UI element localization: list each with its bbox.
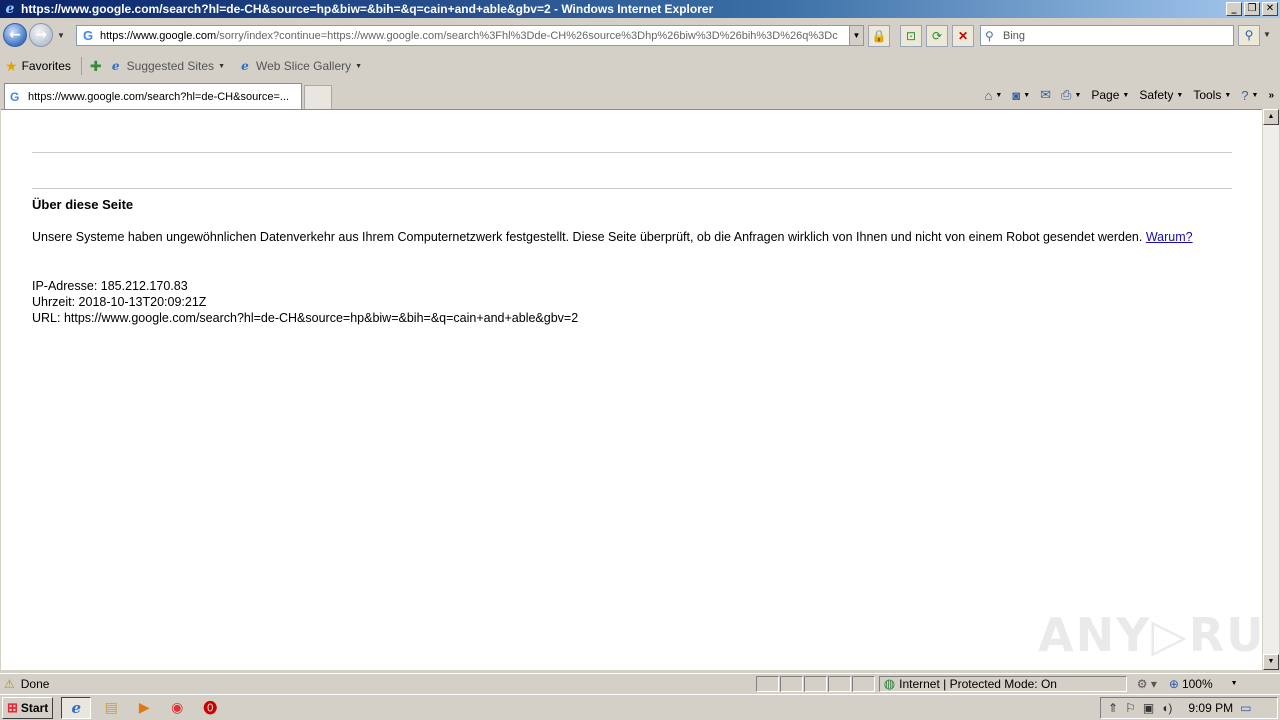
security-lock-button[interactable]: 🔒 [868,25,890,47]
windows-flag-icon: ⊞ [7,699,18,715]
window-title: https://www.google.com/search?hl=de-CH&s… [21,2,714,16]
new-tab-button[interactable] [304,85,332,109]
globe-icon: ◍ [883,675,896,691]
printer-icon: ⎙ [1061,87,1072,102]
chevron-down-icon: ▼ [1230,680,1238,687]
safety-menu[interactable]: Safety ▼ [1139,88,1183,102]
warning-icon: ⚠ [4,676,15,691]
system-tray: ⇑ ⚐ ▣ ◖) 9:09 PM ▭ [1100,697,1278,719]
favorites-star-icon[interactable]: ★ [5,58,18,75]
add-to-favorites-icon[interactable]: ✚ [90,58,102,75]
window-controls: _ ❐ ✕ [1226,2,1278,16]
favorites-divider [80,57,82,75]
print-button[interactable]: ⎙ ▼ [1061,87,1081,103]
request-info: IP-Adresse: 185.212.170.83 Uhrzeit: 2018… [32,278,578,326]
taskbar-explorer-icon[interactable]: ▤ [98,699,124,716]
show-desktop-icon[interactable]: ▭ [1240,701,1251,715]
help-button[interactable]: ? ▼ [1241,88,1258,103]
search-placeholder: Bing [1003,29,1026,42]
google-favicon-icon: G [10,89,20,104]
search-input[interactable]: ⚲ Bing [980,25,1234,46]
explanation-text: Unsere Systeme haben ungewöhnlichen Date… [32,230,1193,244]
stop-button[interactable]: ✕ [952,25,974,47]
status-bar: ⚠ Done ◍ Internet | Protected Mode: On ⚙… [0,673,1280,693]
more-commands-icon[interactable]: » [1268,90,1274,101]
security-zone[interactable]: ◍ Internet | Protected Mode: On [878,675,1127,692]
volume-icon[interactable]: ◖) [1161,701,1172,715]
ie-page-icon: e [241,59,249,73]
feeds-button[interactable]: ◙ ▼ [1012,88,1030,103]
status-text: Done [20,676,50,691]
tray-expand-icon[interactable]: ⇑ [1108,701,1118,715]
minimize-button[interactable]: _ [1226,2,1242,16]
close-button[interactable]: ✕ [1262,2,1278,16]
favorite-suggested-sites[interactable]: e Suggested Sites ▼ [108,58,225,74]
address-bar[interactable]: G https://www.google.com/sorry/index?con… [76,25,864,46]
compatibility-view-button[interactable]: ⊡ [900,25,922,47]
why-link[interactable]: Warum? [1146,230,1193,244]
mail-icon: ✉ [1040,87,1052,102]
ie-logo-icon: e [5,1,15,17]
tab-row: G https://www.google.com/search?hl=de-CH… [0,80,1280,109]
read-mail-button[interactable]: ✉ [1040,87,1051,103]
timestamp-line: Uhrzeit: 2018-10-13T20:09:21Z [32,295,207,309]
tab-label: https://www.google.com/search?hl=de-CH&s… [28,90,290,103]
forward-button[interactable]: → [29,23,53,47]
chevron-down-icon: ▼ [218,62,225,70]
address-url[interactable]: https://www.google.com/sorry/index?conti… [100,30,849,42]
action-center-flag-icon[interactable]: ⚐ [1125,701,1136,715]
protected-mode-icon: ⚙ ▾ [1136,676,1157,691]
tools-menu[interactable]: Tools ▼ [1193,88,1231,102]
tab-active[interactable]: G https://www.google.com/search?hl=de-CH… [4,83,302,109]
clock[interactable]: 9:09 PM [1188,701,1233,715]
home-button[interactable]: ⌂ ▼ [985,88,1003,103]
restore-button[interactable]: ❐ [1244,2,1260,16]
home-icon: ⌂ [984,87,993,103]
google-favicon-icon: G [82,27,94,43]
help-icon: ? [1241,87,1249,103]
navigation-bar: ← → ▼ G https://www.google.com/sorry/ind… [0,18,1280,52]
taskbar-opera-icon[interactable]: ⓿ [197,698,223,718]
scroll-up-button[interactable]: ▲ [1263,109,1279,125]
chevron-down-icon: ▼ [355,62,363,70]
page-content: Über diese Seite Unsere Systeme haben un… [1,109,1262,670]
page-heading: Über diese Seite [32,197,134,212]
rss-icon: ◙ [1012,87,1021,103]
favorites-button[interactable]: Favorites [22,59,71,73]
divider [32,188,1232,189]
taskbar-chrome-icon[interactable]: ◉ [164,699,190,716]
search-button[interactable]: ⚲ [1238,25,1260,46]
address-dropdown[interactable]: ▼ [849,26,863,45]
ip-address-line: IP-Adresse: 185.212.170.83 [32,279,188,293]
back-button[interactable]: ← [3,23,27,47]
title-bar: e https://www.google.com/search?hl=de-CH… [0,0,1280,18]
recent-pages-dropdown[interactable]: ▼ [55,31,67,40]
anyrun-watermark: ANY▷RUN [1038,608,1262,662]
refresh-button[interactable]: ⟳ [926,25,948,47]
page-menu[interactable]: Page ▼ [1091,88,1129,102]
scroll-down-button[interactable]: ▼ [1263,654,1279,670]
favorites-bar: ★ Favorites ✚ e Suggested Sites ▼ e Web … [0,52,1280,80]
url-line: URL: https://www.google.com/search?hl=de… [32,311,579,325]
taskbar-ie-icon[interactable]: e [61,696,92,719]
network-icon[interactable]: ▣ [1143,701,1154,715]
search-options-dropdown[interactable]: ▼ [1263,30,1271,39]
zoom-control[interactable]: ⚙ ▾ ⊕ 100% ▼ [1137,677,1238,691]
search-icon: ⚲ [985,28,994,43]
command-bar: ⌂ ▼ ◙ ▼ ✉ ⎙ ▼ Page ▼ Safety ▼ Tools ▼ ? ▼ » [985,84,1280,106]
favorite-web-slice-gallery[interactable]: e Web Slice Gallery ▼ [237,58,362,74]
ie-page-icon: e [111,59,120,73]
taskbar-media-player-icon[interactable]: ▶ [131,699,157,716]
vertical-scrollbar[interactable]: ▲ ▼ [1262,109,1279,670]
taskbar: ⊞ Start e ▤ ▶ ◉ ⓿ ⇑ ⚐ ▣ ◖) 9:09 PM ▭ [0,694,1280,720]
divider [32,152,1232,153]
start-button[interactable]: ⊞ Start [2,696,54,719]
zoom-level: 100% [1181,676,1213,691]
zoom-icon: ⊕ [1168,676,1179,691]
